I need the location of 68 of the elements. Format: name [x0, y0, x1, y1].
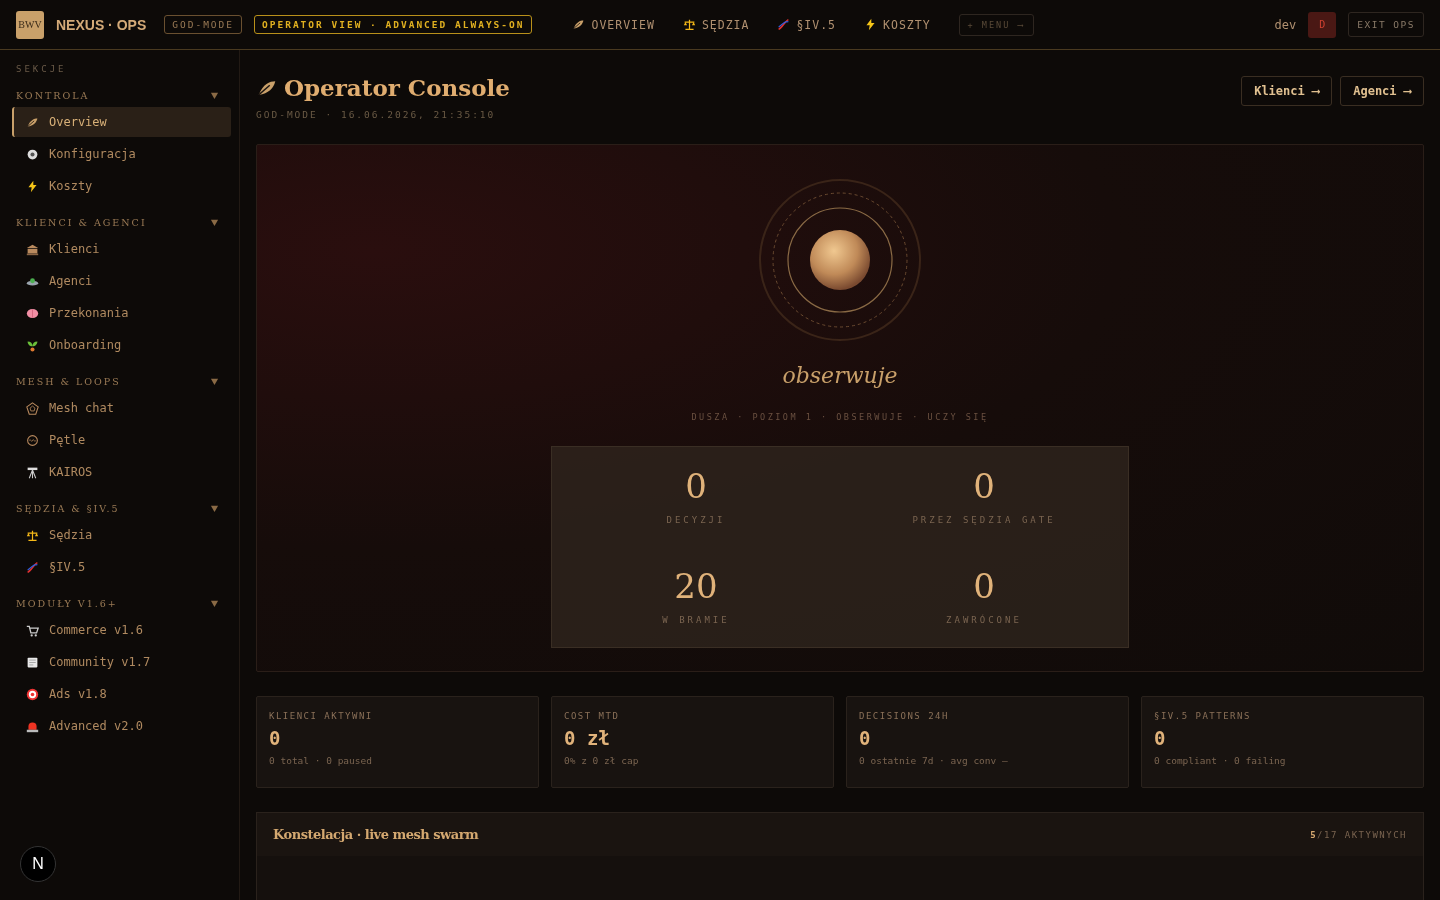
sidebar-item[interactable]: Przekonania: [12, 298, 231, 328]
stat-value: 0: [685, 469, 707, 503]
siren-icon: [26, 719, 39, 733]
page-subtitle: GOD-MODE · 16.06.2026, 21:35:10: [256, 109, 497, 120]
logo-badge: BWV: [16, 10, 44, 39]
card-note: 0 compliant · 0 failing: [1154, 755, 1286, 766]
building-icon: [26, 242, 39, 256]
page-title: Operator Console: [284, 74, 510, 101]
stat-label: W BRAMIE: [662, 615, 730, 625]
active-count: 5/17 AKTYWNYCH: [1310, 829, 1407, 840]
target-icon: [26, 687, 39, 701]
card-title: KLIENCI AKTYWNI: [269, 711, 373, 721]
sidebar-item[interactable]: §IV.5: [12, 552, 231, 582]
link-button[interactable]: Klienci ⟶: [1241, 76, 1333, 106]
card-title: COST MTD: [564, 711, 620, 721]
leaf-icon: [572, 18, 586, 31]
card-value: 0 zł: [564, 727, 610, 749]
mode-badge: GOD-MODE: [164, 15, 242, 34]
sidebar-item[interactable]: Onboarding: [12, 330, 231, 360]
sidebar-item[interactable]: Pętle: [12, 425, 231, 455]
stat-value: 0: [973, 469, 995, 503]
sidebar-heading: SEKCJE: [15, 64, 68, 74]
nav-link[interactable]: OVERVIEW: [572, 17, 655, 32]
soul-caption: DUSZA · POZIOM 1 · OBSERWUJE · UCZY SIĘ: [691, 412, 989, 422]
exit-button[interactable]: EXIT OPS: [1348, 12, 1424, 37]
sidebar-item[interactable]: Commerce v1.6: [12, 615, 231, 645]
panel-title: Konstelacja · live mesh swarm: [273, 827, 479, 842]
card-value: 0: [859, 727, 871, 749]
view-badge: OPERATOR VIEW · ADVANCED ALWAYS-ON: [254, 15, 533, 34]
soul-state: obserwuje: [782, 363, 898, 388]
newspaper-icon: [26, 655, 39, 669]
sidebar-item[interactable]: Klienci: [12, 234, 231, 264]
nav-link[interactable]: §IV.5: [777, 17, 837, 32]
section-header[interactable]: KONTROLA: [12, 90, 231, 101]
sidebar-item[interactable]: Koszty: [12, 171, 231, 201]
section-header[interactable]: MODUŁY V1.6+: [12, 598, 231, 609]
section-header[interactable]: KLIENCI & AGENCI: [12, 217, 231, 228]
nav-link[interactable]: SĘDZIA: [682, 17, 750, 32]
card-value: 0: [1154, 727, 1166, 749]
sidebar-item[interactable]: Konfiguracja: [12, 139, 231, 169]
lightning-icon: [26, 179, 39, 193]
sidebar-item[interactable]: Agenci: [12, 266, 231, 296]
sidebar-item[interactable]: Community v1.7: [12, 647, 231, 677]
stat-value: 20: [674, 569, 718, 603]
sidebar-item[interactable]: Advanced v2.0: [12, 711, 231, 741]
card-note: 0 total · 0 paused: [269, 755, 372, 766]
stat-label: ZAWRÓCONE: [946, 615, 1022, 625]
sidebar-item[interactable]: Mesh chat: [12, 393, 231, 423]
user-name: dev: [1274, 17, 1297, 32]
section-header[interactable]: SĘDZIA & §IV.5: [12, 503, 231, 514]
nav-link[interactable]: KOSZTY: [864, 17, 931, 32]
card-note: 0 ostatnie 7d · avg conv —: [859, 755, 1008, 766]
gear-icon: [26, 147, 39, 161]
card-value: 0: [269, 727, 281, 749]
link-button[interactable]: Agenci ⟶: [1340, 76, 1424, 106]
section-header[interactable]: MESH & LOOPS: [12, 376, 231, 387]
brand-name: NEXUS · OPS: [56, 16, 147, 33]
card-note: 0% z 0 zł cap: [564, 755, 639, 766]
sidebar-item[interactable]: KAIROS: [12, 457, 231, 487]
stat-label: DECYZJI: [666, 515, 726, 525]
stat-value: 0: [973, 569, 995, 603]
stat-label: PRZEZ SĘDZIA GATE: [912, 515, 1056, 525]
sidebar-item[interactable]: Ads v1.8: [12, 679, 231, 709]
framework-badge[interactable]: N: [20, 846, 56, 882]
card-title: DECISIONS 24H: [859, 711, 949, 721]
card-title: §IV.5 PATTERNS: [1154, 711, 1251, 721]
sidebar-item[interactable]: Sędzia: [12, 520, 231, 550]
sidebar-item[interactable]: Overview: [12, 107, 231, 137]
